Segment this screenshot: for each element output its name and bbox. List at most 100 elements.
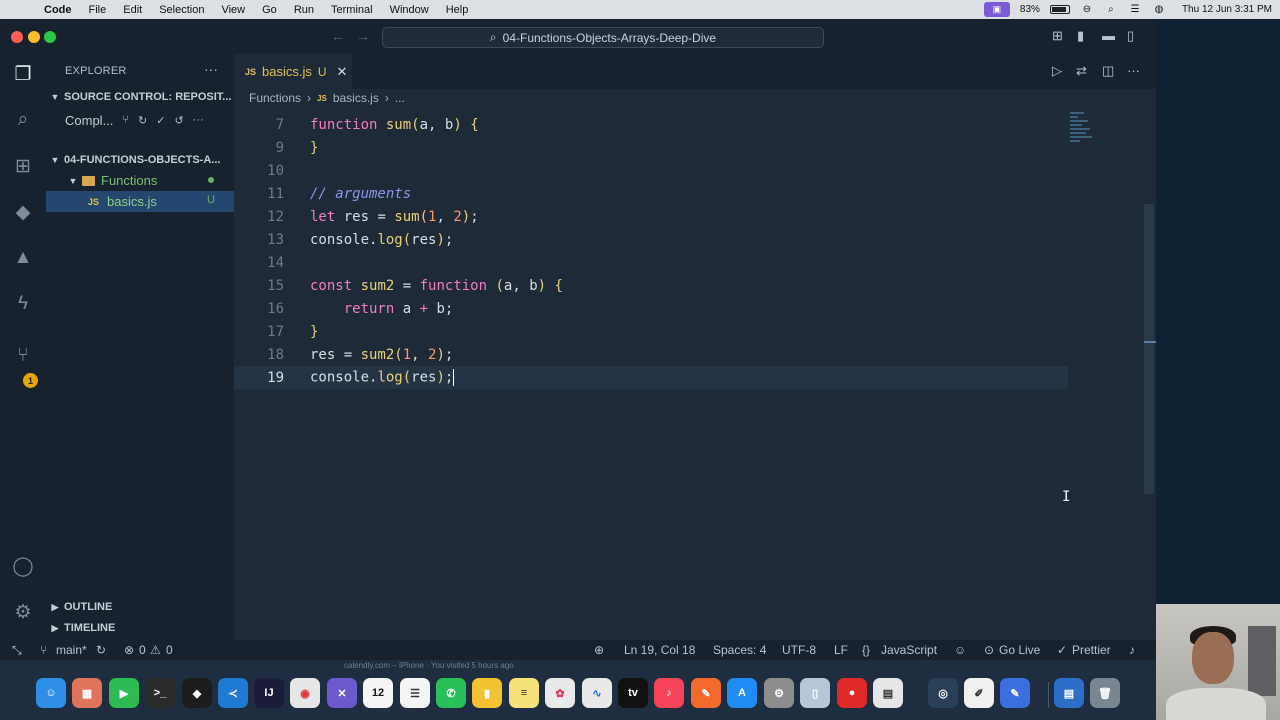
source-control-section[interactable]: ▼ SOURCE CONTROL: REPOSIT...: [46, 87, 234, 107]
prettier-button[interactable]: Prettier: [1072, 643, 1111, 657]
branch-icon[interactable]: ⑂: [40, 643, 47, 657]
search-icon[interactable]: ⌕: [1104, 4, 1118, 15]
timeline-section[interactable]: ▶ TIMELINE: [46, 618, 234, 638]
go-live-button[interactable]: Go Live: [999, 643, 1040, 657]
branch-icon[interactable]: ⑂: [122, 114, 129, 126]
menu-view[interactable]: View: [213, 4, 254, 16]
breadcrumb-file[interactable]: basics.js: [333, 91, 379, 105]
iphone-mirroring-icon[interactable]: ▯: [800, 678, 830, 708]
cursor-position[interactable]: Ln 19, Col 18: [624, 643, 695, 657]
link-icon[interactable]: ⊖: [1080, 4, 1094, 15]
encoding[interactable]: UTF-8: [782, 643, 816, 657]
keep-icon[interactable]: ▮: [472, 678, 502, 708]
breadcrumb-more[interactable]: ...: [395, 91, 405, 105]
branch-name[interactable]: main*: [56, 643, 87, 657]
menu-window[interactable]: Window: [382, 4, 438, 16]
photos-icon[interactable]: ✿: [545, 678, 575, 708]
xcode-icon[interactable]: ✕: [327, 678, 357, 708]
copilot-icon[interactable]: ☺: [954, 643, 966, 657]
run-icon[interactable]: ▷: [1052, 63, 1062, 79]
close-window-button[interactable]: [11, 31, 23, 43]
pen-tool-icon[interactable]: ✎: [1000, 678, 1030, 708]
menu-terminal[interactable]: Terminal: [323, 4, 382, 16]
python-icon[interactable]: ◆: [11, 200, 35, 224]
music-icon[interactable]: ♪: [654, 678, 684, 708]
account-icon[interactable]: ◯: [11, 554, 35, 578]
back-arrow-icon[interactable]: ←: [331, 28, 345, 44]
undo-icon[interactable]: ↺: [174, 114, 183, 127]
swift-playgrounds-icon[interactable]: ✎: [691, 678, 721, 708]
split-editor-icon[interactable]: ◫: [1102, 63, 1114, 79]
screen-recorder-icon[interactable]: ◎: [928, 678, 958, 708]
sync-icon[interactable]: ↻: [96, 643, 106, 657]
workspace-folder-section[interactable]: ▼ 04-FUNCTIONS-OBJECTS-A...: [46, 150, 234, 170]
minimize-window-button[interactable]: [28, 31, 40, 43]
close-icon[interactable]: ✕: [337, 64, 348, 80]
lightning-icon[interactable]: ϟ: [11, 292, 35, 316]
vertical-scrollbar[interactable]: [1144, 204, 1154, 494]
toggle-panel-icon[interactable]: ▬: [1102, 28, 1115, 43]
app-store-icon[interactable]: A: [727, 678, 757, 708]
whatsapp-icon[interactable]: ✆: [436, 678, 466, 708]
breadcrumb-folder[interactable]: Functions: [249, 91, 301, 105]
open-changes-icon[interactable]: ⇄: [1076, 63, 1087, 79]
language-mode[interactable]: JavaScript: [881, 643, 937, 657]
toggle-primary-sidebar-icon[interactable]: ▮: [1077, 28, 1084, 44]
error-count[interactable]: 0: [139, 643, 146, 657]
menu-help[interactable]: Help: [438, 4, 478, 16]
more-icon[interactable]: ···: [193, 114, 204, 126]
zoom-icon[interactable]: ⊕: [594, 643, 604, 657]
remote-icon[interactable]: ⤡: [12, 643, 22, 658]
forward-arrow-icon[interactable]: →: [356, 28, 370, 44]
control-center-icon[interactable]: ☰: [1128, 4, 1142, 15]
reminders-icon[interactable]: ☰: [400, 678, 430, 708]
preview-icon[interactable]: ▤: [873, 678, 903, 708]
tab-basics-js[interactable]: JS basics.js U ✕: [234, 54, 352, 89]
search-icon[interactable]: ⌕: [11, 108, 35, 132]
minimap[interactable]: [1070, 112, 1100, 152]
intellij-icon[interactable]: IJ: [254, 678, 284, 708]
customize-layout-icon[interactable]: ⊞: [1052, 28, 1063, 44]
battery-icon[interactable]: [1049, 5, 1070, 14]
indentation[interactable]: Spaces: 4: [713, 643, 766, 657]
vscode-icon[interactable]: ≺: [218, 678, 248, 708]
apple-tv-icon[interactable]: tv: [618, 678, 648, 708]
extensions-icon[interactable]: ⊞: [11, 154, 35, 178]
siri-icon[interactable]: ◍: [1152, 4, 1166, 15]
command-center[interactable]: ⌕ 04-Functions-Objects-Arrays-Deep-Dive: [382, 27, 824, 48]
menu-file[interactable]: File: [81, 4, 116, 16]
settings-gear-icon[interactable]: ⚙: [11, 600, 35, 624]
zoom-window-button[interactable]: [44, 31, 56, 43]
launchpad-icon[interactable]: ▦: [72, 678, 102, 708]
toggle-secondary-sidebar-icon[interactable]: ▯: [1127, 28, 1134, 44]
menu-edit[interactable]: Edit: [115, 4, 151, 16]
warning-count[interactable]: 0: [166, 643, 173, 657]
terminal-icon[interactable]: >_: [145, 678, 175, 708]
calendar-icon[interactable]: 12: [363, 678, 393, 708]
menu-run[interactable]: Run: [286, 4, 323, 16]
remote-explorer-icon[interactable]: ▲: [11, 246, 35, 270]
notes-icon[interactable]: ≡: [509, 678, 539, 708]
menu-datetime[interactable]: Thu 12 Jun 3:31 PM: [1182, 4, 1272, 15]
finder-icon[interactable]: ☺: [36, 678, 66, 708]
code-editor[interactable]: 7 function sum(a, b) { 9 } 10 11 // argu…: [234, 110, 1156, 410]
chrome-icon[interactable]: ◉: [290, 678, 320, 708]
trash-icon[interactable]: 🗑: [1090, 678, 1120, 708]
screen-record-icon[interactable]: ▣: [983, 2, 1010, 17]
tree-file-basics-js[interactable]: JS basics.js U: [46, 191, 234, 212]
downloads-stack-icon[interactable]: ▤: [1054, 678, 1084, 708]
explorer-icon[interactable]: ❐: [11, 62, 35, 86]
tree-folder-functions[interactable]: ▼ Functions: [46, 170, 234, 191]
more-actions-icon[interactable]: ···: [204, 61, 218, 77]
more-actions-icon[interactable]: ···: [1127, 63, 1140, 78]
textedit-icon[interactable]: ✐: [964, 678, 994, 708]
end-of-line[interactable]: LF: [834, 643, 848, 657]
commit-check-icon[interactable]: ✓: [156, 114, 165, 127]
menu-app-name[interactable]: Code: [36, 4, 81, 16]
source-control-icon[interactable]: ⑂: [11, 344, 35, 368]
freeform-icon[interactable]: ∿: [582, 678, 612, 708]
error-icon[interactable]: ⊗: [124, 643, 134, 657]
warning-icon[interactable]: ⚠: [150, 643, 161, 657]
menu-go[interactable]: Go: [254, 4, 286, 16]
commit-message-label[interactable]: Compl...: [65, 113, 113, 128]
